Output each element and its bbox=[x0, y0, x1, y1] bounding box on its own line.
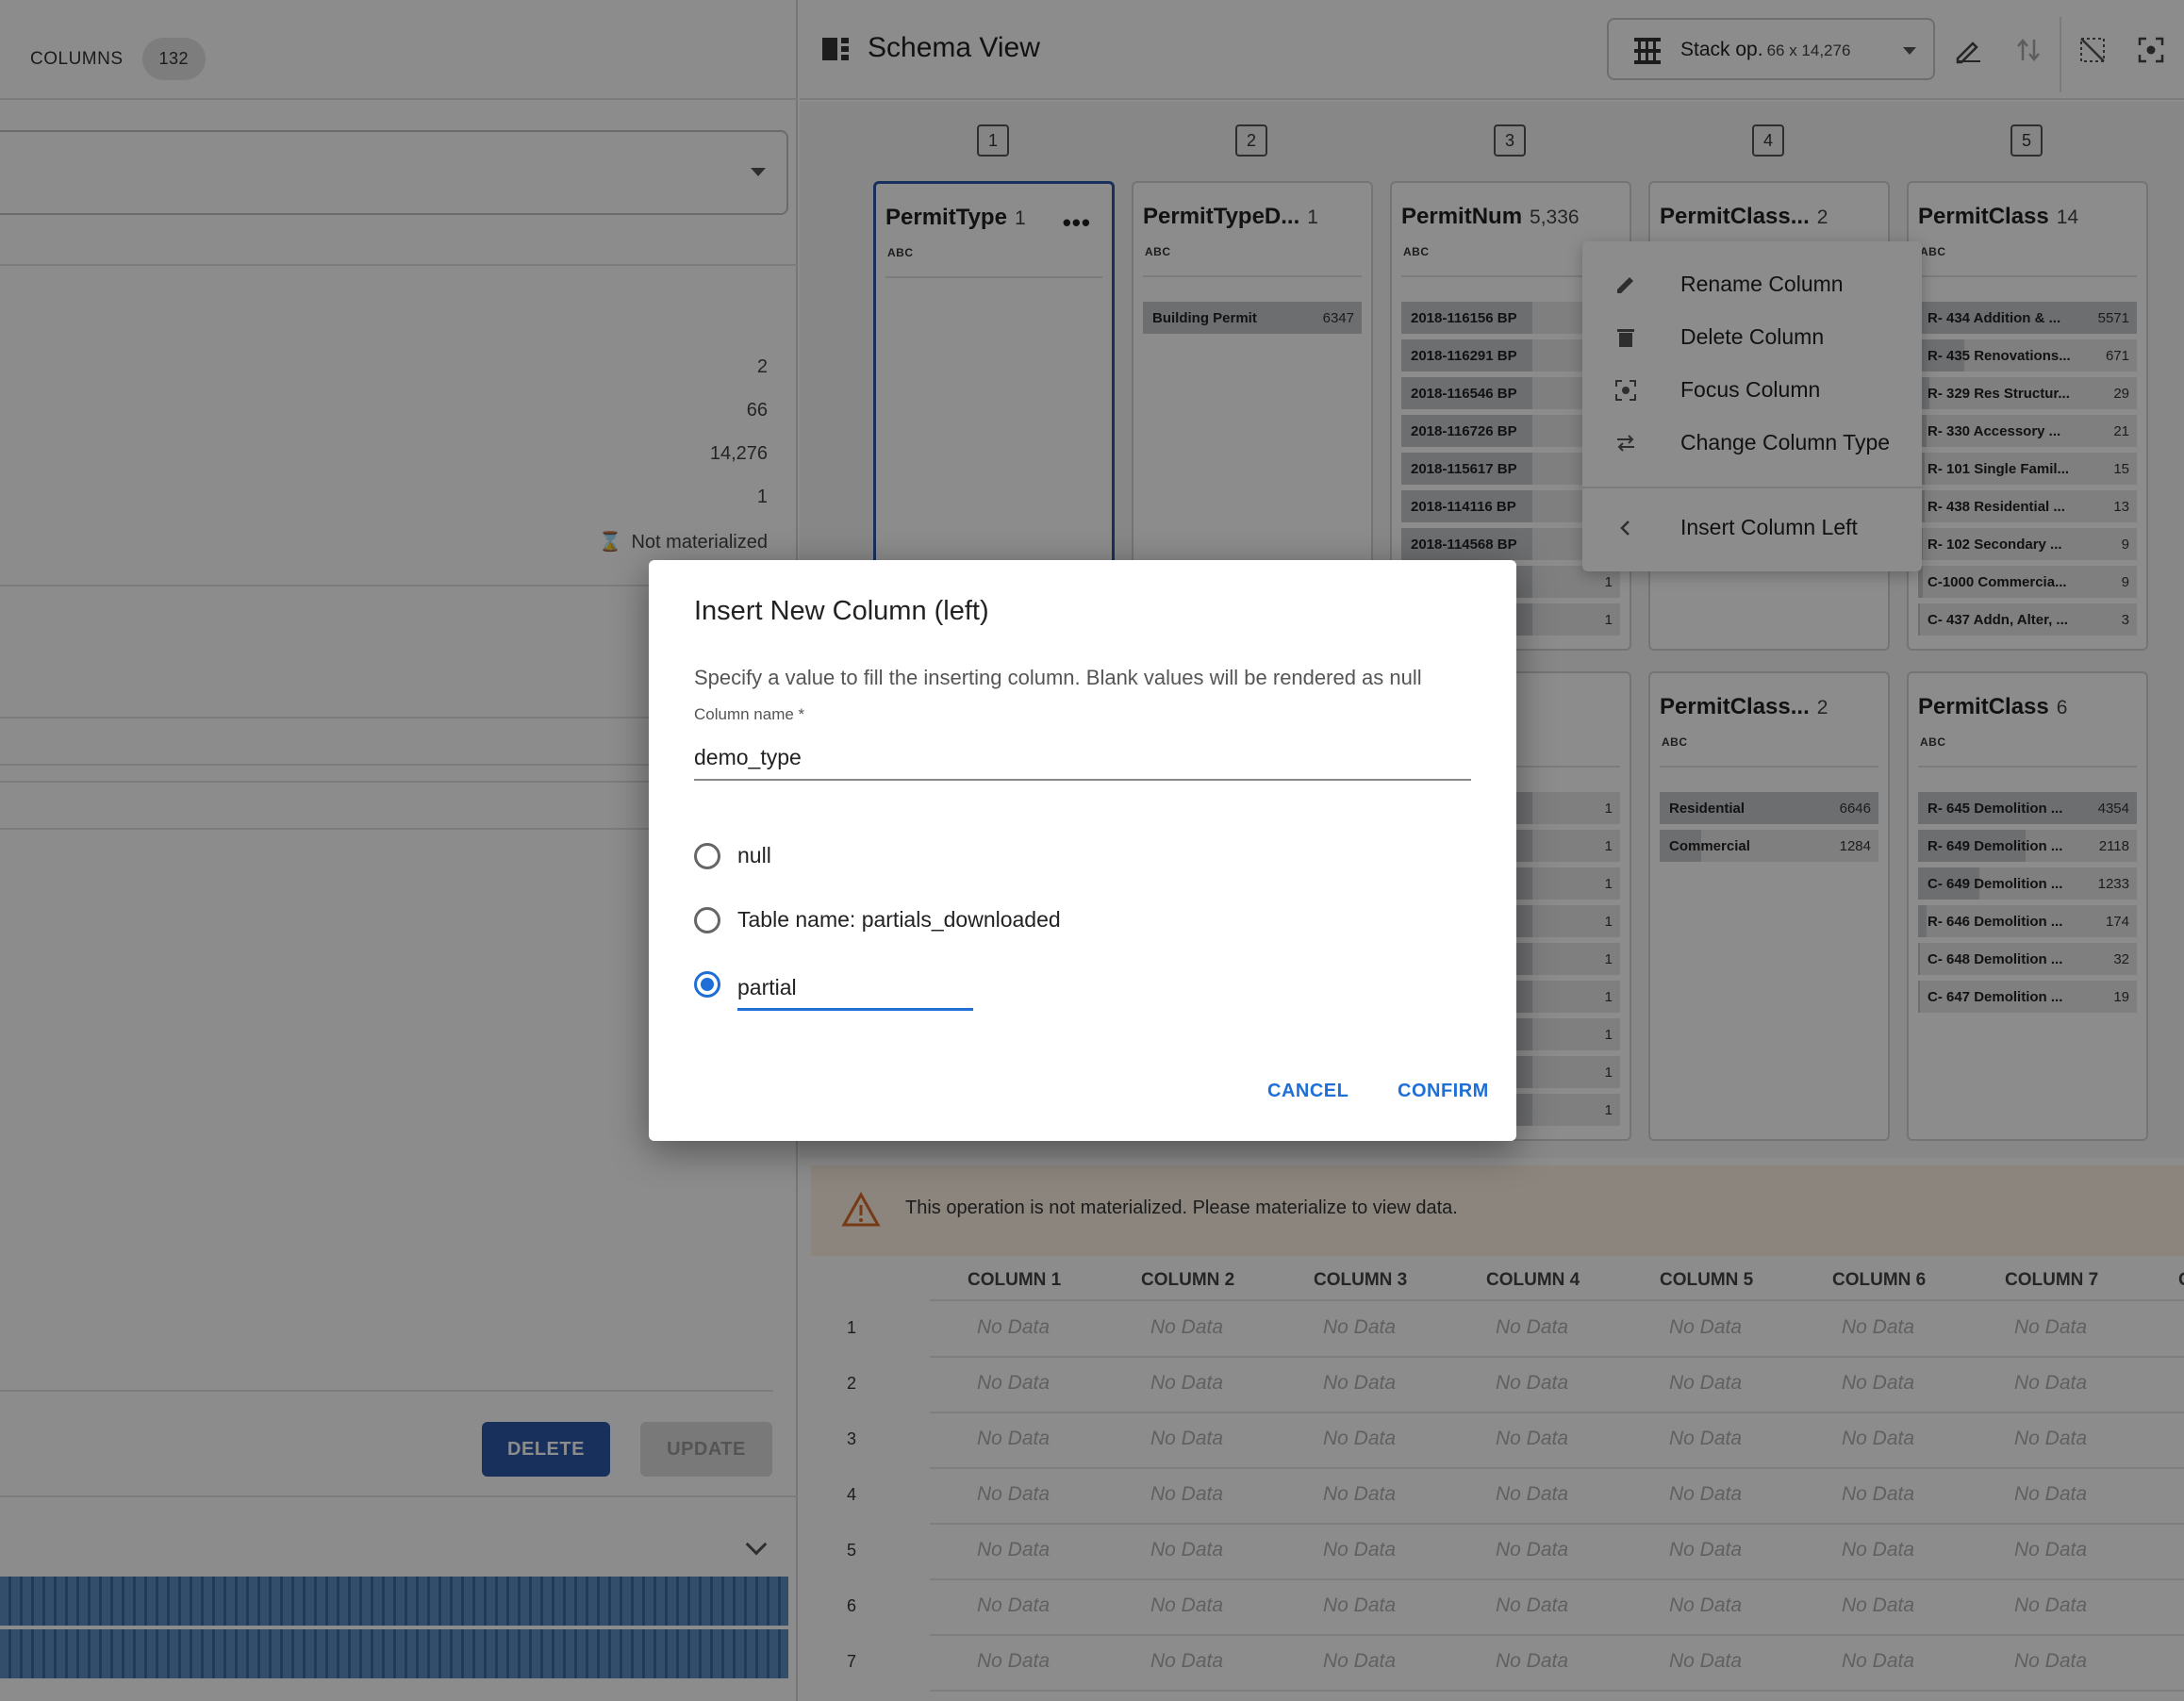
dialog-title: Insert New Column (left) bbox=[694, 596, 989, 626]
custom-value-input[interactable] bbox=[737, 967, 973, 1011]
radio-null[interactable] bbox=[694, 843, 720, 869]
confirm-button[interactable]: CONFIRM bbox=[1398, 1081, 1489, 1102]
radio-custom-value[interactable] bbox=[694, 971, 720, 998]
dialog-description: Specify a value to fill the inserting co… bbox=[694, 666, 1422, 689]
insert-column-dialog: Insert New Column (left) Specify a value… bbox=[649, 560, 1516, 1141]
cancel-button[interactable]: CANCEL bbox=[1267, 1081, 1348, 1102]
radio-table-name[interactable] bbox=[694, 907, 720, 933]
radio-table-name-label: Table name: partials_downloaded bbox=[737, 907, 1061, 932]
column-name-label: Column name * bbox=[694, 705, 805, 723]
column-name-input[interactable] bbox=[694, 735, 1471, 781]
radio-null-label: null bbox=[737, 843, 771, 867]
